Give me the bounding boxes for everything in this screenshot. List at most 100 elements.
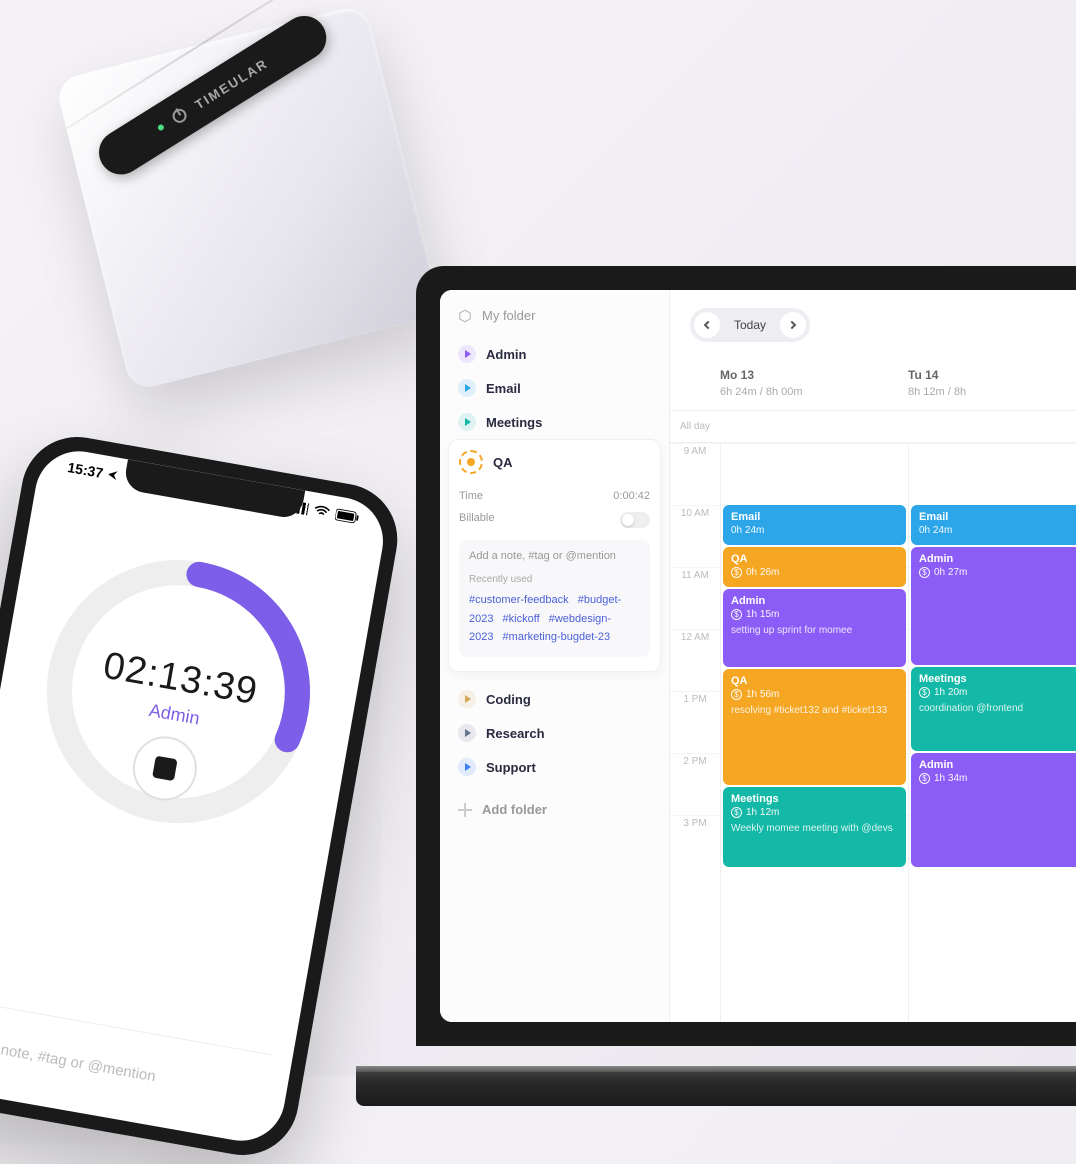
calendar-event[interactable]: Email0h 24m [723, 505, 906, 545]
dollar-icon: $ [731, 609, 742, 620]
play-icon [458, 379, 476, 397]
play-icon [458, 413, 476, 431]
chevron-right-icon [788, 321, 796, 329]
today-nav: Today [690, 308, 810, 342]
stop-icon [152, 756, 177, 781]
day-stats: 6h 24m / 8h 00m [720, 386, 908, 398]
location-icon [106, 468, 120, 482]
led-icon [157, 123, 165, 131]
event-duration: $1h 34m [919, 773, 1076, 784]
sidebar-item-label: Admin [486, 347, 526, 362]
day-label: Mo 13 [720, 368, 908, 382]
tag[interactable]: #marketing-bugdet-23 [503, 631, 611, 643]
calendar-event[interactable]: Admin $1h 34m [911, 753, 1076, 867]
prev-button[interactable] [694, 312, 720, 338]
calendar-event[interactable]: Meetings $1h 20m coordination @frontend [911, 667, 1076, 751]
tag[interactable]: #customer-feedback [469, 594, 569, 606]
dollar-icon: $ [919, 687, 930, 698]
event-title: QA [731, 675, 898, 687]
sidebar-item-coding[interactable]: Coding [452, 682, 657, 716]
sidebar-item-meetings[interactable]: Meetings [452, 405, 657, 439]
dollar-icon: $ [731, 689, 742, 700]
event-title: Admin [919, 759, 1076, 771]
dollar-icon: $ [919, 567, 930, 578]
sidebar-item-label: Email [486, 381, 521, 396]
day-label: Tu 14 [908, 368, 1076, 382]
calendar: Today Mo 13 6h 24m / 8h 00m Tu 14 8h 12m… [670, 290, 1076, 1022]
event-duration: $0h 27m [919, 567, 1076, 578]
folder-label: My folder [482, 308, 535, 323]
tracker-bar: TIMEULAR [91, 8, 335, 183]
event-note: setting up sprint for momee [731, 624, 898, 637]
calendar-event[interactable]: QA $0h 26m [723, 547, 906, 587]
sidebar-item-label: QA [493, 455, 513, 470]
battery-icon [335, 508, 361, 524]
tag[interactable]: #kickoff [503, 613, 540, 625]
play-icon [458, 345, 476, 363]
timer-ring: 02:13:39 Admin [16, 529, 340, 853]
event-title: Admin [731, 595, 898, 607]
next-button[interactable] [780, 312, 806, 338]
hour-label: 12 AM [670, 629, 720, 691]
event-note: resolving #ticket132 and #ticket133 [731, 704, 898, 717]
folder-header[interactable]: My folder [452, 308, 657, 323]
calendar-event[interactable]: Admin $1h 15m setting up sprint for momee [723, 589, 906, 667]
sidebar-item-label: Support [486, 760, 536, 775]
event-title: Meetings [919, 673, 1076, 685]
add-folder-label: Add folder [482, 802, 547, 817]
sidebar-item-support[interactable]: Support [452, 750, 657, 784]
tracker-body: TIMEULAR [55, 4, 443, 392]
event-duration: 0h 24m [731, 525, 898, 536]
calendar-column[interactable]: Email0h 24m QA $0h 26m Admin $1h 15m setting … [720, 443, 908, 1022]
time-value: 0:00:42 [613, 490, 650, 502]
event-note: coordination @frontend [919, 702, 1076, 715]
note-box[interactable]: Add a note, #tag or @mention Recently us… [459, 540, 650, 657]
calendar-event[interactable]: Admin$0h 27m [911, 547, 1076, 665]
hour-label: 1 PM [670, 691, 720, 753]
laptop-mockup: My folder Admin Email Meetings [416, 266, 1076, 1086]
hour-label: 11 AM [670, 567, 720, 629]
calendar-event[interactable]: Email 0h 24m [911, 505, 1076, 545]
plus-icon [458, 803, 472, 817]
play-icon [458, 758, 476, 776]
tracker-brand: TIMEULAR [192, 55, 270, 112]
day-header: Mo 13 6h 24m / 8h 00m [720, 368, 908, 398]
dollar-icon: $ [731, 567, 742, 578]
sidebar-item-label: Coding [486, 692, 531, 707]
day-header: Tu 14 8h 12m / 8h [908, 368, 1076, 398]
sidebar: My folder Admin Email Meetings [440, 290, 670, 1022]
recent-tags: #customer-feedback #budget-2023 #kickoff… [469, 591, 640, 647]
event-duration: $0h 26m [731, 567, 898, 578]
hour-label: 10 AM [670, 505, 720, 567]
sidebar-item-label: Research [486, 726, 545, 741]
chevron-left-icon [704, 321, 712, 329]
event-title: QA [731, 553, 898, 565]
qa-active-panel: QA Time 0:00:42 Billable Add a note, #ta… [448, 439, 661, 672]
wifi-icon [313, 504, 331, 519]
day-stats: 8h 12m / 8h [908, 386, 1076, 398]
billable-toggle[interactable] [620, 512, 650, 528]
note-placeholder: Add a note, #tag or @mention [469, 550, 640, 562]
sidebar-item-admin[interactable]: Admin [452, 337, 657, 371]
sidebar-item-email[interactable]: Email [452, 371, 657, 405]
calendar-event[interactable]: QA$1h 56mresolving #ticket132 and #ticke… [723, 669, 906, 785]
sidebar-item-research[interactable]: Research [452, 716, 657, 750]
recently-used-label: Recently used [469, 574, 640, 585]
calendar-event[interactable]: Meetings$1h 12mWeekly momee meeting with… [723, 787, 906, 867]
billable-label: Billable [459, 512, 494, 528]
event-duration: $1h 15m [731, 609, 898, 620]
allday-label: All day [670, 421, 720, 432]
sidebar-item-qa[interactable]: QA [459, 444, 650, 480]
play-icon [458, 724, 476, 742]
event-title: Email [919, 511, 1076, 523]
hour-label: 9 AM [670, 443, 720, 505]
today-label[interactable]: Today [724, 318, 776, 332]
add-folder-button[interactable]: Add folder [452, 792, 657, 827]
phone-mockup: 15:37 02:13:39 Admin [0, 428, 406, 1164]
time-label: Time [459, 490, 483, 502]
dollar-icon: $ [919, 773, 930, 784]
event-duration: 0h 24m [919, 525, 1076, 536]
event-duration: $1h 20m [919, 687, 1076, 698]
calendar-column[interactable]: Email0h 24mAdmin$0h 27mMeetings$1h 20mco… [908, 443, 1076, 1022]
dollar-icon: $ [731, 807, 742, 818]
